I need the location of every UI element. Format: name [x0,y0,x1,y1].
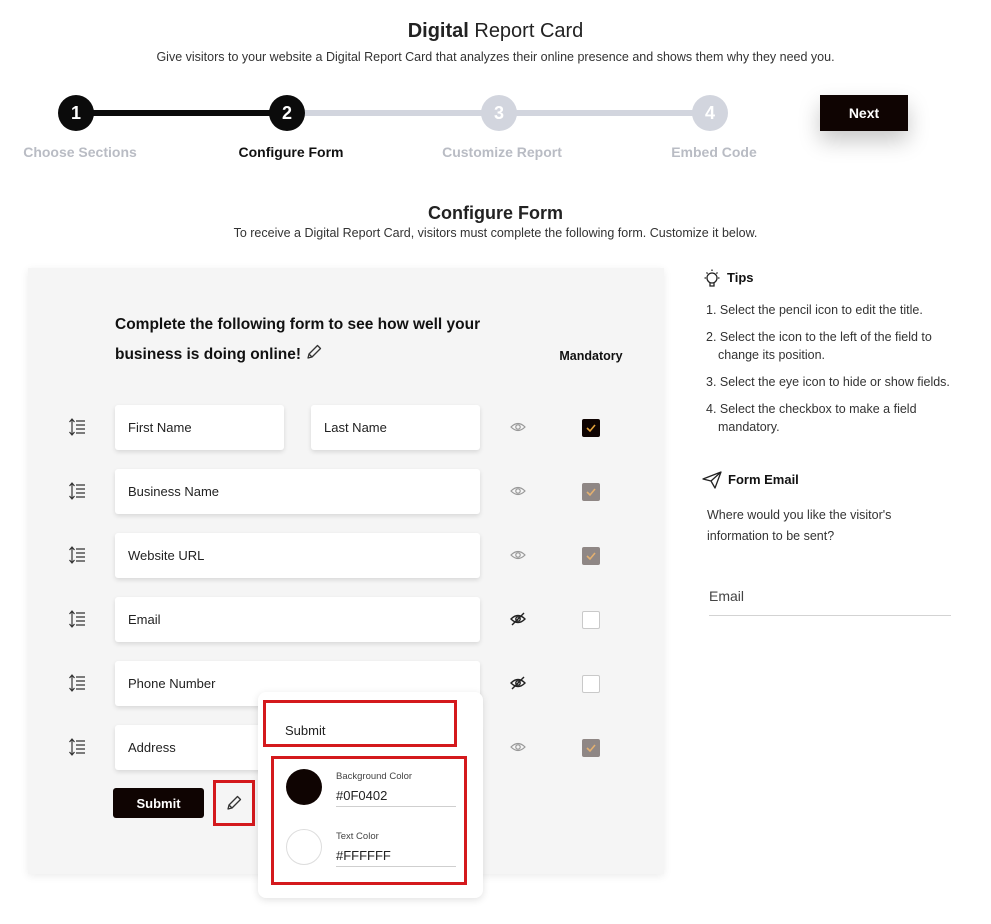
step-4-label[interactable]: Embed Code [634,144,794,160]
background-color-swatch[interactable] [286,769,322,805]
tip-item: 1. Select the pencil icon to edit the ti… [706,303,923,317]
edit-submit-button[interactable] [213,780,255,826]
drag-handle-icon[interactable] [68,418,86,436]
submit-text-input[interactable]: Submit [263,700,457,747]
form-email-title: Form Email [728,472,799,487]
step-4-circle[interactable]: 4 [692,95,728,131]
drag-handle-icon[interactable] [68,674,86,692]
step-2-circle[interactable]: 2 [269,95,305,131]
drag-handle-icon[interactable] [68,610,86,628]
tip-item: 3. Select the eye icon to hide or show f… [706,375,950,389]
step-1-label[interactable]: Choose Sections [0,144,160,160]
submit-button[interactable]: Submit [113,788,204,818]
mandatory-column-label: Mandatory [559,349,623,363]
page-subtitle: Give visitors to your website a Digital … [156,50,835,64]
step-2-label[interactable]: Configure Form [211,144,371,160]
section-description: To receive a Digital Report Card, visito… [233,226,758,240]
eye-icon[interactable] [510,419,526,435]
tips-list: 1. Select the pencil icon to edit the ti… [706,301,966,445]
step-3-circle[interactable]: 3 [481,95,517,131]
next-button[interactable]: Next [820,95,908,131]
eye-off-icon[interactable] [510,611,526,627]
business-name-field[interactable]: Business Name [115,469,480,514]
background-color-input[interactable]: #0F0402 [336,788,456,807]
color-settings: Background Color #0F0402 Text Color #FFF… [271,756,467,885]
website-url-field[interactable]: Website URL [115,533,480,578]
step-line-complete [76,110,288,116]
last-name-field[interactable]: Last Name [311,405,480,450]
tip-item: 4. Select the checkbox to make a field m… [706,402,917,434]
eye-icon[interactable] [510,547,526,563]
lightbulb-icon [704,269,720,287]
step-3-label[interactable]: Customize Report [422,144,582,160]
page-title: Digital Report Card [407,20,584,42]
form-email-input[interactable] [709,576,951,616]
drag-handle-icon[interactable] [68,738,86,756]
mandatory-checkbox[interactable] [582,483,600,501]
background-color-label: Background Color [336,771,413,782]
eye-icon[interactable] [510,483,526,499]
eye-icon[interactable] [510,739,526,755]
text-color-input[interactable]: #FFFFFF [336,848,456,867]
tip-item: 2. Select the icon to the left of the fi… [706,330,932,362]
edit-title-pencil-icon[interactable] [305,342,323,360]
drag-handle-icon[interactable] [68,546,86,564]
form-email-description: Where would you like the visitor's infor… [707,508,892,543]
form-heading: Complete the following form to see how w… [115,316,481,363]
mandatory-checkbox[interactable] [582,675,600,693]
text-color-label: Text Color [336,831,379,842]
paper-plane-icon [702,471,722,489]
eye-off-icon[interactable] [510,675,526,691]
mandatory-checkbox[interactable] [582,611,600,629]
mandatory-checkbox[interactable] [582,739,600,757]
mandatory-checkbox[interactable] [582,547,600,565]
mandatory-checkbox[interactable] [582,419,600,437]
text-color-swatch[interactable] [286,829,322,865]
section-title: Configure Form [428,203,563,223]
pencil-icon [227,795,242,810]
email-field[interactable]: Email [115,597,480,642]
step-1-circle[interactable]: 1 [58,95,94,131]
first-name-field[interactable]: First Name [115,405,284,450]
tips-title: Tips [727,270,754,285]
drag-handle-icon[interactable] [68,482,86,500]
